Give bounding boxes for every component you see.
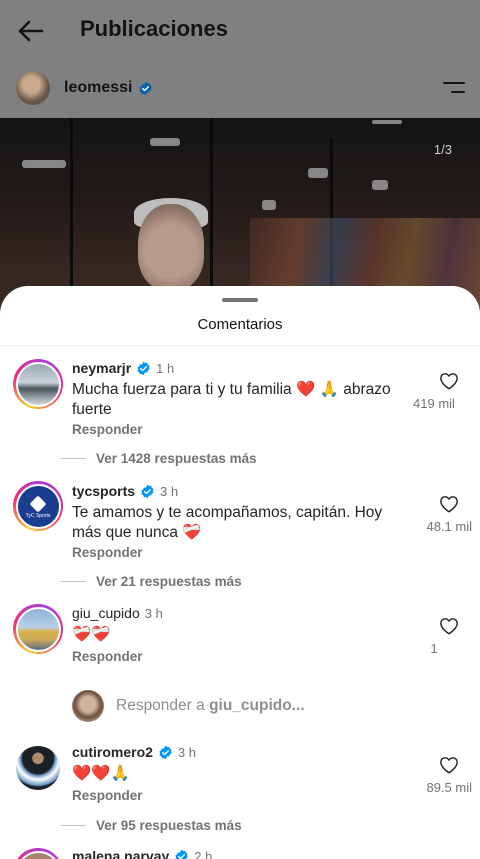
- comment-time: 2 h: [194, 848, 213, 859]
- verified-badge-icon: [175, 849, 188, 859]
- like-count: 48.1 mil: [426, 519, 472, 534]
- comments-sheet: Comentarios neymarjr 1 h Mucha fuerza pa…: [0, 286, 480, 859]
- photo-lamp: [22, 160, 66, 168]
- comment-time: 3 h: [144, 605, 163, 621]
- reply-placeholder: Responder a giu_cupido...: [116, 697, 305, 715]
- author-username-row[interactable]: leomessi: [64, 79, 153, 97]
- comment-header: tycsports 3 h: [72, 483, 178, 499]
- tyc-logo-text: TyC Sports: [25, 512, 51, 519]
- reply-target: giu_cupido...: [209, 697, 305, 714]
- photo-lamp: [262, 200, 276, 210]
- page-title: Publicaciones: [80, 16, 228, 41]
- reply-button[interactable]: Responder: [72, 649, 143, 664]
- commenter-avatar[interactable]: [13, 848, 63, 859]
- heart-icon: [440, 757, 458, 774]
- top-bar: Publicaciones: [0, 0, 480, 62]
- verified-badge-icon: [159, 745, 172, 759]
- verified-badge-icon: [139, 81, 153, 95]
- view-more-replies[interactable]: Ver 95 respuestas más: [60, 818, 242, 833]
- replies-line: [60, 581, 86, 582]
- page-indicator: 1/3: [433, 142, 452, 157]
- reply-button[interactable]: Responder: [72, 788, 143, 803]
- reply-button[interactable]: Responder: [72, 422, 143, 437]
- like-button[interactable]: [436, 752, 462, 778]
- replies-line: [60, 458, 86, 459]
- comment-text: ❤️‍🩹❤️‍🩹: [72, 626, 111, 643]
- comment-time: 3 h: [177, 744, 196, 760]
- commenter-username[interactable]: cutiromero2: [72, 744, 153, 760]
- drag-handle[interactable]: [222, 298, 258, 302]
- verified-badge-icon: [137, 361, 150, 375]
- view-more-replies-label: Ver 21 respuestas más: [96, 574, 242, 589]
- current-user-avatar: [72, 690, 104, 722]
- commenter-avatar[interactable]: [16, 746, 60, 790]
- comment-text: ❤️❤️🙏: [72, 765, 130, 782]
- menu-button[interactable]: [440, 78, 468, 100]
- photo-face: [138, 204, 204, 290]
- post-author-bar: leomessi: [0, 62, 480, 118]
- comment-time: 1 h: [156, 360, 175, 376]
- sheet-title: Comentarios: [197, 316, 283, 333]
- comment-time: 3 h: [160, 483, 179, 499]
- commenter-username[interactable]: giu_cupido: [72, 605, 140, 621]
- comment-header: neymarjr 1 h: [72, 360, 174, 376]
- commenter-username[interactable]: tycsports: [72, 483, 135, 499]
- like-button[interactable]: [436, 368, 462, 394]
- tyc-logo-icon: [29, 495, 47, 512]
- view-more-replies-label: Ver 95 respuestas más: [96, 818, 242, 833]
- photo-lamp: [372, 120, 402, 124]
- divider: [0, 345, 480, 346]
- commenter-username[interactable]: malena.narvay: [72, 848, 169, 859]
- menu-icon: [443, 82, 465, 84]
- heart-icon: [440, 373, 458, 390]
- photo-lamp: [308, 168, 328, 178]
- author-username: leomessi: [64, 79, 133, 96]
- comment-header: giu_cupido 3 h: [72, 605, 163, 621]
- reply-button[interactable]: Responder: [72, 545, 143, 560]
- comment-text: Te amamos y te acompañamos, capitán. Hoy…: [72, 504, 383, 541]
- photo-lamp: [372, 180, 388, 190]
- view-more-replies[interactable]: Ver 21 respuestas más: [60, 574, 242, 589]
- like-count: 419 mil: [413, 396, 455, 411]
- commenter-avatar[interactable]: [13, 604, 63, 654]
- arrow-left-icon: [18, 20, 44, 42]
- verified-badge-icon: [141, 484, 154, 498]
- view-more-replies-label: Ver 1428 respuestas más: [96, 451, 257, 466]
- comment-header: malena.narvay 2 h: [72, 848, 212, 859]
- reply-input[interactable]: Responder a giu_cupido...: [72, 688, 472, 724]
- comment-header: cutiromero2 3 h: [72, 744, 196, 760]
- commenter-avatar-image: [15, 850, 61, 859]
- commenter-avatar-image: [15, 361, 61, 407]
- comment-text: Mucha fuerza para ti y tu familia ❤️ 🙏 a…: [72, 381, 391, 418]
- like-button[interactable]: [436, 613, 462, 639]
- reply-prefix: Responder a: [116, 697, 210, 714]
- like-button[interactable]: [436, 491, 462, 517]
- replies-line: [60, 825, 86, 826]
- back-button[interactable]: [14, 14, 48, 48]
- like-count: 89.5 mil: [426, 780, 472, 795]
- like-count: 1: [430, 641, 438, 656]
- author-avatar[interactable]: [16, 71, 50, 105]
- commenter-avatar[interactable]: [13, 359, 63, 409]
- commenter-avatar[interactable]: TyC Sports: [13, 481, 63, 531]
- commenter-username[interactable]: neymarjr: [72, 360, 131, 376]
- heart-icon: [440, 496, 458, 513]
- commenter-avatar-image: TyC Sports: [15, 483, 61, 529]
- heart-icon: [440, 618, 458, 635]
- commenter-avatar-image: [15, 606, 61, 652]
- menu-icon-line: [451, 91, 465, 93]
- view-more-replies[interactable]: Ver 1428 respuestas más: [60, 451, 257, 466]
- photo-lamp: [150, 138, 180, 146]
